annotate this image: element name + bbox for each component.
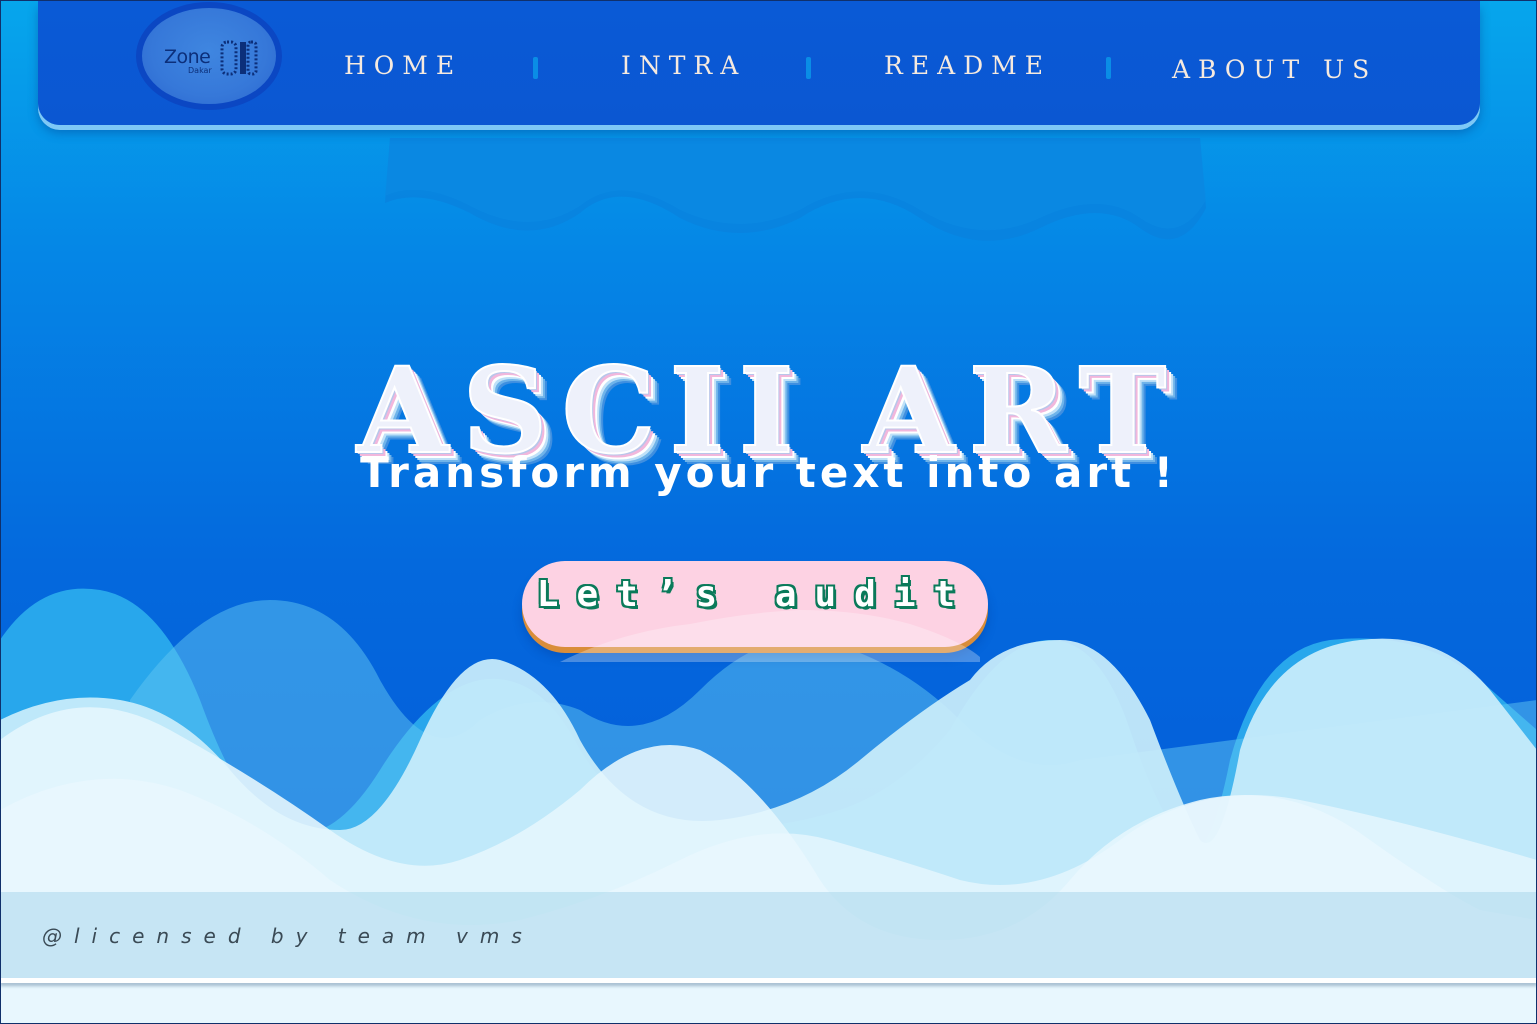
- zone01-icon: [220, 40, 258, 76]
- cloud-decoration: [385, 138, 1206, 241]
- hero-subtitle: Transform your text into art !: [360, 448, 1177, 497]
- logo-subtext: Dakar: [188, 66, 212, 75]
- nav-readme-link[interactable]: README: [884, 51, 1051, 80]
- logo-wordmark: Zone: [164, 46, 211, 68]
- nav-separator: [806, 57, 811, 79]
- zone01-logo[interactable]: Zone Dakar: [136, 2, 282, 110]
- cta-label: Let’s audit: [536, 573, 974, 615]
- nav-home-link[interactable]: HOME: [344, 51, 462, 80]
- license-text: @licensed by team vms: [42, 924, 534, 948]
- nav-intra-link[interactable]: INTRA: [621, 51, 746, 80]
- nav-about-us-link[interactable]: ABOUT US: [1172, 55, 1377, 84]
- nav-separator: [1106, 57, 1111, 79]
- nav-separator: [533, 57, 538, 79]
- lets-audit-button[interactable]: Let’s audit: [522, 561, 988, 647]
- top-navbar: Zone Dakar HOME INTRA README ABOUT US: [38, 0, 1480, 125]
- footer-divider: [0, 978, 1537, 983]
